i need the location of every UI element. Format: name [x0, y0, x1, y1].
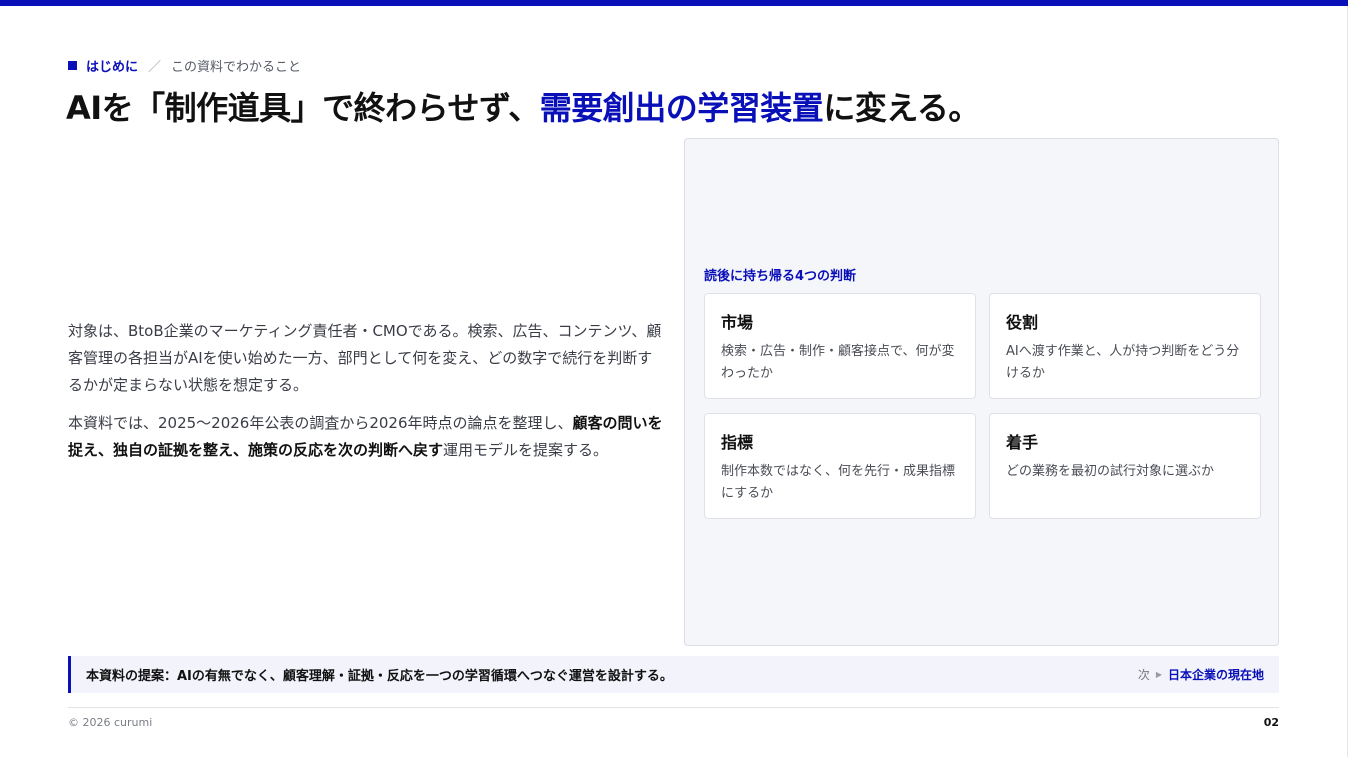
square-icon	[68, 61, 77, 70]
subsection-label: この資料でわかること	[171, 60, 302, 75]
title-part-1: AIを「制作道具」で終わらせず、	[66, 89, 540, 127]
title-part-2: に変える。	[823, 89, 980, 127]
section-label: はじめに	[86, 60, 139, 75]
takeaway-card-role: 役割 AIへ渡す作業と、人が持つ判断をどう分けるか	[989, 293, 1261, 399]
next-label: 次	[1137, 668, 1150, 682]
page-title: AIを「制作道具」で終わらせず、需要創出の学習装置に変える。	[66, 83, 980, 129]
takeaways-panel: 読後に持ち帰る4つの判断 市場 検索・広告・制作・顧客接点で、何が変わったか 役…	[684, 138, 1279, 646]
takeaway-card-start: 着手 どの業務を最初の試行対象に選ぶか	[989, 413, 1261, 519]
copyright: © 2026 curumi	[68, 716, 153, 729]
top-accent-bar	[0, 0, 1348, 6]
proposal-text: 本資料の提案：AIの有無でなく、顧客理解・証拠・反応を一つの学習循環へつなぐ運営…	[86, 669, 673, 684]
next-section-title: 日本企業の現在地	[1167, 668, 1264, 682]
triangle-right-icon: ▶	[1155, 670, 1162, 679]
card-title: 役割	[1006, 313, 1039, 332]
intro-p2-tail: 運用モデルを提案する。	[443, 441, 609, 459]
page-number: 02	[1263, 716, 1279, 729]
takeaway-card-metrics: 指標 制作本数ではなく、何を先行・成果指標にするか	[704, 413, 976, 519]
proposal-summary-bar: 本資料の提案：AIの有無でなく、顧客理解・証拠・反応を一つの学習循環へつなぐ運営…	[68, 656, 1279, 693]
panel-heading: 読後に持ち帰る4つの判断	[704, 269, 857, 284]
card-description: 検索・広告・制作・顧客接点で、何が変わったか	[721, 344, 955, 381]
card-title: 市場	[721, 313, 754, 332]
next-section-link[interactable]: 次 ▶ 日本企業の現在地	[1138, 666, 1264, 683]
breadcrumb: はじめに ／ この資料でわかること	[68, 56, 301, 75]
card-description: 制作本数ではなく、何を先行・成果指標にするか	[721, 464, 956, 501]
card-description: AIへ渡す作業と、人が持つ判断をどう分けるか	[1006, 344, 1240, 381]
footer-divider	[68, 707, 1279, 708]
intro-paragraph-2: 本資料では、2025〜2026年公表の調査から2026年時点の論点を整理し、顧客…	[68, 410, 664, 464]
intro-text: 対象は、BtoB企業のマーケティング責任者・CMOである。検索、広告、コンテンツ…	[68, 318, 664, 475]
title-highlight: 需要創出の学習装置	[539, 89, 824, 127]
card-title: 指標	[721, 433, 754, 452]
intro-paragraph-1: 対象は、BtoB企業のマーケティング責任者・CMOである。検索、広告、コンテンツ…	[68, 322, 662, 394]
intro-p2-lead: 本資料では、2025〜2026年公表の調査から2026年時点の論点を整理し、	[68, 414, 573, 432]
breadcrumb-separator: ／	[148, 60, 162, 75]
takeaway-card-market: 市場 検索・広告・制作・顧客接点で、何が変わったか	[704, 293, 976, 399]
card-description: どの業務を最初の試行対象に選ぶか	[1006, 464, 1215, 479]
card-title: 着手	[1006, 433, 1039, 452]
